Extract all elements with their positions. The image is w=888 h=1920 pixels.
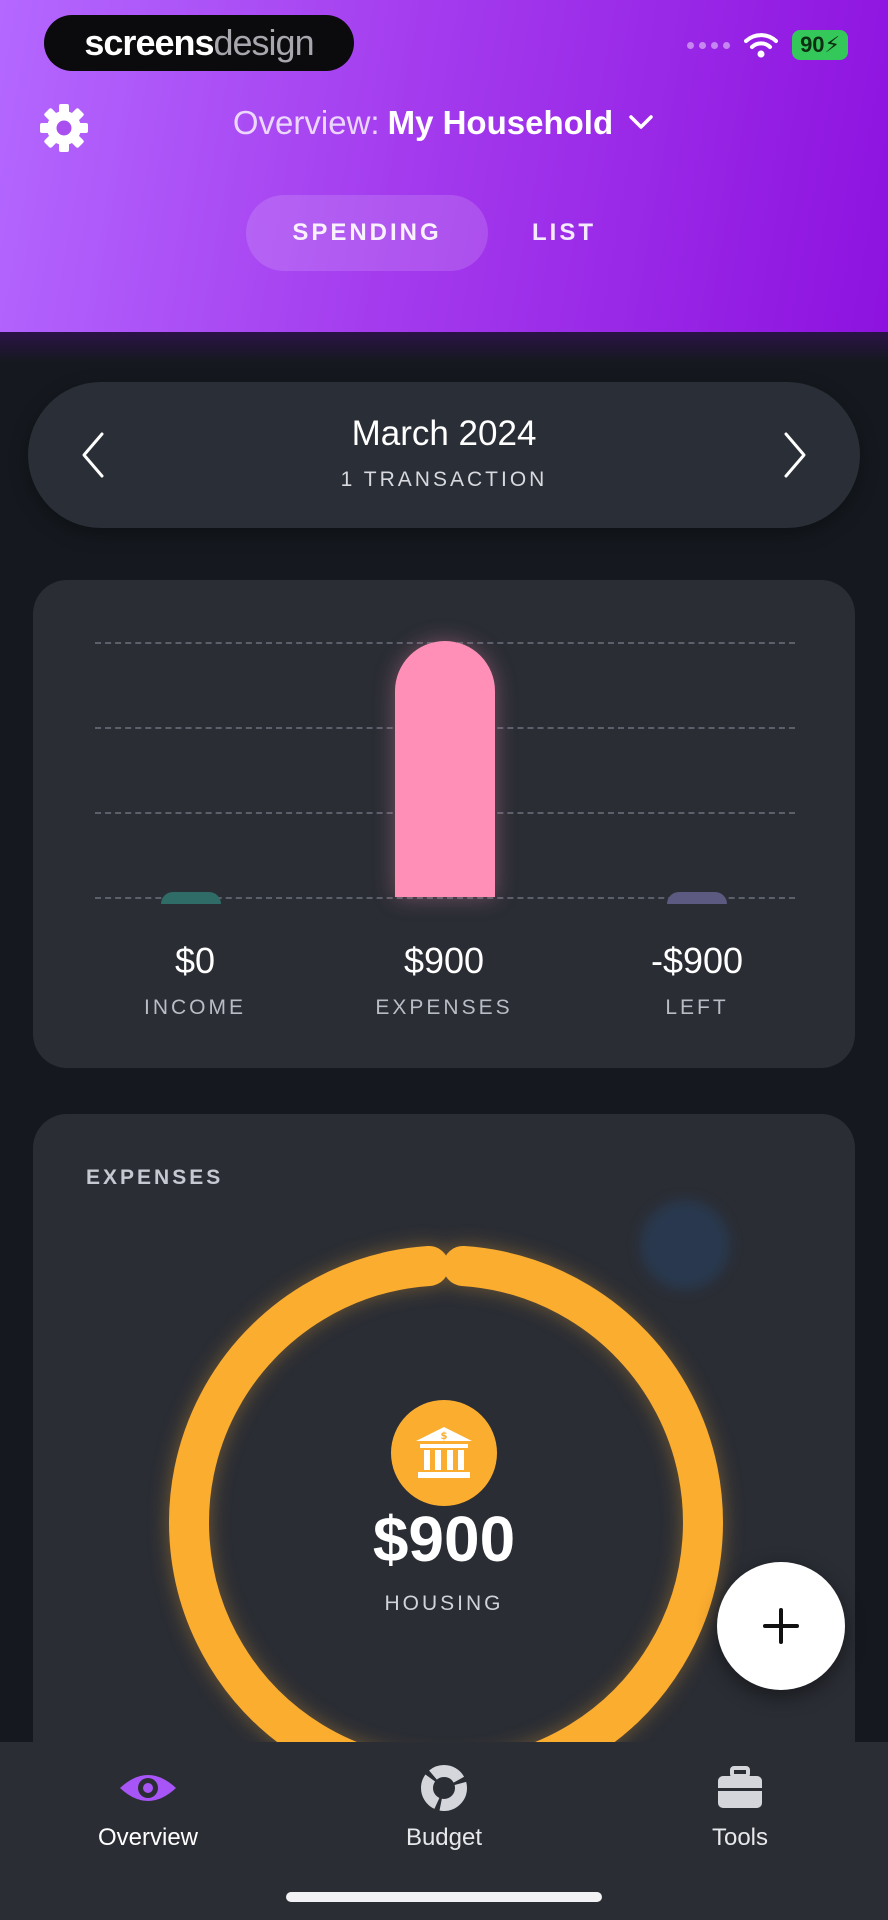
tab-spending[interactable]: SPENDING (246, 195, 488, 271)
chevron-right-icon[interactable] (780, 430, 810, 480)
nav-label: Budget (405, 1824, 483, 1851)
nav-budget[interactable]: Budget (344, 1742, 544, 1852)
left-label: LEFT (665, 996, 729, 1019)
income-label: INCOME (144, 996, 246, 1019)
brand-logo: screens design (44, 15, 354, 71)
eye-icon (120, 1775, 176, 1801)
nav-label: Tools (711, 1824, 769, 1851)
app-header: screens design 90 ⚡ Overview: My Household (0, 0, 888, 332)
svg-text:$: $ (441, 1431, 448, 1442)
decorative-glow (640, 1200, 730, 1290)
month-title: March 2024 (351, 414, 537, 453)
bank-icon: $ (391, 1400, 497, 1506)
month-selector: March 2024 1 TRANSACTION (28, 382, 860, 528)
household-selector[interactable]: Overview: My Household (0, 104, 888, 142)
left-bar[interactable] (667, 892, 727, 904)
status-bar: 90 ⚡ (687, 30, 848, 60)
income-value: $0 (174, 940, 216, 981)
income-stat: $0 INCOME (65, 940, 325, 1020)
nav-label: Overview (97, 1824, 199, 1851)
add-transaction-button[interactable] (717, 1562, 845, 1690)
left-value: -$900 (650, 940, 744, 981)
plus-icon (763, 1608, 799, 1644)
expenses-stat: $900 EXPENSES (314, 940, 574, 1020)
expenses-label: EXPENSES (375, 996, 513, 1019)
header-shadow (0, 332, 888, 362)
transaction-count: 1 TRANSACTION (340, 468, 548, 491)
expenses-value: $900 (403, 940, 485, 981)
view-tabs: SPENDING LIST (0, 195, 888, 271)
tab-list[interactable]: LIST (504, 195, 624, 271)
left-stat: -$900 LEFT (567, 940, 827, 1020)
chevron-down-icon (629, 115, 653, 129)
household-name: My Household (387, 104, 614, 141)
nav-tools[interactable]: Tools (640, 1742, 840, 1852)
battery-indicator: 90 ⚡ (792, 30, 848, 60)
spending-chart-card: $0 INCOME $900 EXPENSES -$900 LEFT (33, 580, 855, 1068)
signal-icon (687, 41, 731, 49)
expenses-bar[interactable] (395, 641, 495, 897)
wifi-icon (744, 33, 779, 58)
expense-amount: $900 (372, 1503, 516, 1575)
title-prefix: Overview: (232, 104, 380, 141)
income-bar[interactable] (161, 892, 221, 904)
nav-overview[interactable]: Overview (48, 1742, 248, 1852)
home-indicator (286, 1892, 602, 1902)
donut-chart-icon (421, 1765, 467, 1811)
toolbox-icon (718, 1766, 762, 1808)
